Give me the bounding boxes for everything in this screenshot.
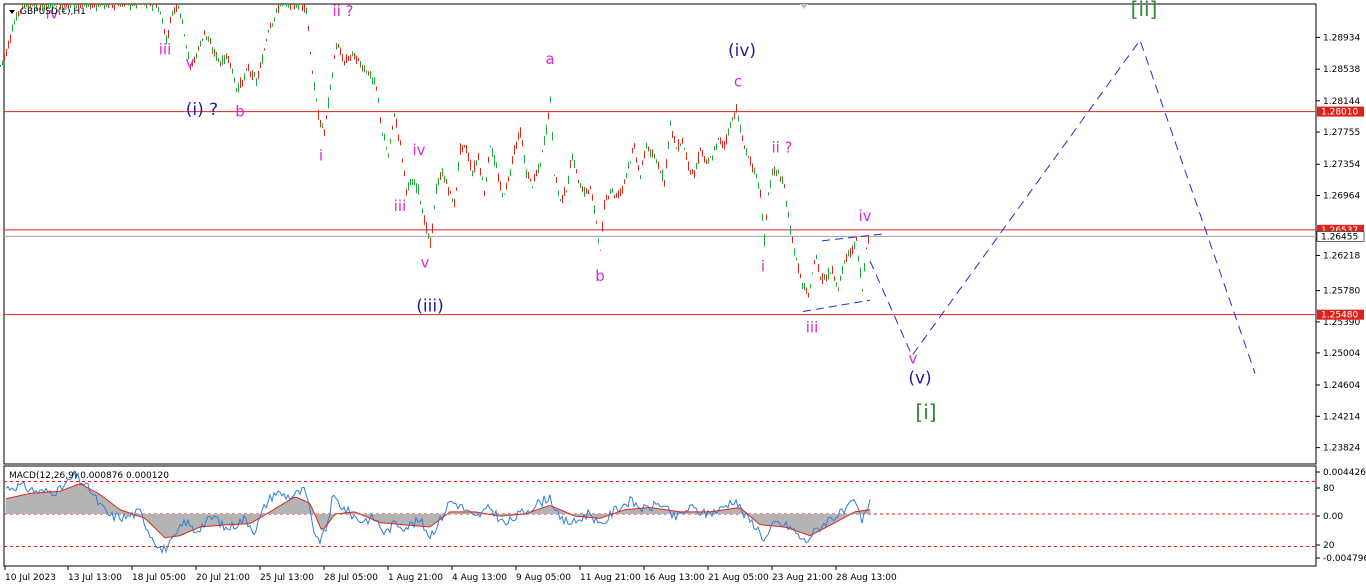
price-axis: 1.28934 1.28538 1.28144 1.27755 1.27354 1.269…: [1316, 33, 1365, 454]
wave-label: iii: [394, 197, 407, 215]
date-tick-label: 10 Jul 2023: [5, 573, 56, 583]
price-plot[interactable]: iviiiv(i) ? bii ?i iviiiv(iii)ab(iv)cii ?i…: [0, 0, 1317, 465]
wave-label: v: [421, 253, 430, 271]
wave-label: c: [734, 73, 742, 91]
symbol-label: GBPUSD(€),H1: [20, 7, 86, 17]
price-tick-label: 1.23824: [1323, 444, 1360, 454]
wave-label: ii ?: [771, 139, 792, 157]
wave-label: iv: [412, 141, 425, 159]
wave-label: iv: [858, 207, 871, 225]
macd-tick-label: 0.00: [1323, 512, 1343, 522]
wave-label: [i]: [915, 400, 936, 424]
date-tick-label: 18 Jul 05:00: [132, 573, 186, 583]
wave-label: b: [235, 102, 245, 120]
wave-label: [ii]: [1131, 0, 1158, 21]
macd-tick-label: -0.004796: [1323, 554, 1366, 564]
macd-label: MACD(12,26,9) 0.000876 0.000120: [9, 471, 169, 481]
date-tick-label: 20 Jul 21:00: [196, 573, 250, 583]
price-tick-label: 1.27755: [1323, 128, 1360, 138]
level-price-label: 1.25480: [1321, 311, 1358, 321]
wave-label: b: [595, 267, 605, 285]
wave-label: iii: [159, 41, 172, 59]
date-tick-label: 4 Aug 13:00: [452, 573, 507, 583]
date-tick-label: 13 Jul 13:00: [68, 573, 122, 583]
price-tick-label: 1.26964: [1323, 192, 1360, 202]
wave-label: i: [761, 257, 765, 275]
date-axis: 10 Jul 2023 13 Jul 13:00 18 Jul 05:00 20 Ju…: [4, 566, 897, 583]
date-tick-label: 16 Aug 13:00: [644, 573, 705, 583]
date-tick-label: 28 Aug 13:00: [836, 573, 897, 583]
chart[interactable]: iviiiv(i) ? bii ?i iviiiv(iii)ab(iv)cii ?i…: [0, 0, 1366, 588]
wave-label: v: [186, 53, 195, 71]
macd-plot[interactable]: MACD(12,26,9) 0.000876 0.000120: [3, 465, 1317, 567]
date-tick-label: 1 Aug 21:00: [388, 573, 443, 583]
wave-label: (i) ?: [186, 100, 218, 120]
wave-label: i: [319, 147, 323, 165]
date-tick-label: 21 Aug 05:00: [708, 573, 769, 583]
level-price-label: 1.28010: [1321, 108, 1358, 118]
price-tick-label: 1.28538: [1323, 65, 1360, 75]
date-tick-label: 9 Aug 05:00: [516, 573, 571, 583]
date-tick-label: 11 Aug 21:00: [580, 573, 641, 583]
wedge-line: [802, 299, 871, 312]
price-tick-label: 1.24214: [1323, 412, 1360, 422]
price-tick-label: 1.26218: [1323, 251, 1360, 261]
projection-dashed-line: [869, 39, 1256, 374]
wedge-line: [821, 233, 887, 242]
wave-label: a: [545, 50, 554, 68]
wave-label: (v): [908, 369, 931, 389]
wave-label: (iii): [416, 296, 443, 316]
wave-label: v: [909, 350, 918, 368]
date-tick-label: 23 Aug 21:00: [772, 573, 833, 583]
macd-tick-label: 80: [1323, 484, 1335, 494]
macd-tick-label: 0.004426: [1323, 468, 1366, 478]
price-tick-label: 1.27354: [1323, 160, 1360, 170]
shift-marker-icon[interactable]: [800, 4, 808, 9]
price-plot-frame: [3, 3, 1317, 465]
price-tick-label: 1.25780: [1323, 287, 1360, 297]
macd-axis: 0.004426 80 0.00 20 -0.004796: [1316, 468, 1366, 564]
date-tick-label: 25 Jul 13:00: [260, 573, 314, 583]
date-tick-label: 28 Jul 05:00: [324, 573, 378, 583]
wave-label: (iv): [728, 41, 756, 61]
price-tick-label: 1.24604: [1323, 381, 1360, 391]
price-tick-label: 1.28934: [1323, 33, 1360, 43]
price-tick-label: 1.28144: [1323, 97, 1360, 107]
macd-tick-label: 20: [1323, 541, 1335, 551]
wave-label: iii: [806, 318, 819, 336]
current-price-label: 1.26455: [1321, 232, 1358, 242]
price-tick-label: 1.25004: [1323, 349, 1360, 359]
wave-label: ii ?: [332, 2, 353, 20]
menu-triangle-icon[interactable]: [9, 10, 15, 14]
